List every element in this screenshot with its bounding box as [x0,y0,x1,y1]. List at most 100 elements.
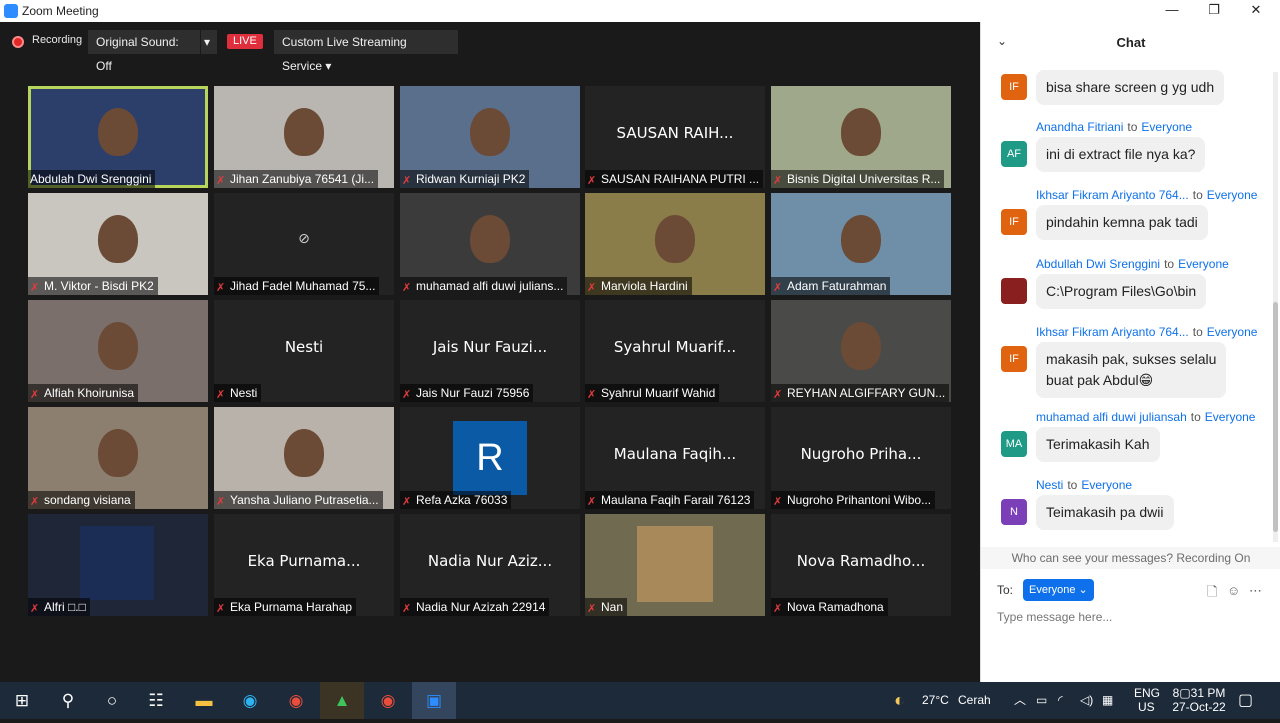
mic-muted-icon: ✗ [773,389,783,401]
streaming-service-button[interactable]: Custom Live Streaming Service ▾ [274,30,458,73]
participant-tile[interactable]: Syahrul Muarif... ✗ Syahrul Muarif Wahid [585,300,765,402]
participant-display-name: Eka Purnama... [247,552,361,570]
participant-name-label: ✗ Alfiah Khoirunisa [28,384,139,402]
participant-tile[interactable]: Eka Purnama... ✗ Eka Purnama Harahap [214,514,394,616]
participant-tile[interactable]: ✗ Marviola Hardini [585,193,765,295]
to-word: to [1067,478,1078,492]
chrome-icon[interactable]: ◉ [274,682,318,719]
chat-title: Chat [1116,35,1146,50]
participant-name-label: ✗ muhamad alfi duwi julians... [400,277,568,295]
region-label: US [1138,700,1155,714]
chat-scrollbar[interactable] [1273,72,1278,542]
emoji-icon[interactable]: ☺ [1227,583,1240,598]
participant-video [841,108,881,156]
participant-tile[interactable]: Nadia Nur Aziz... ✗ Nadia Nur Azizah 22914 [400,514,580,616]
message-bubble[interactable]: Terimakasih Kah [1036,427,1160,462]
chat-header: ⌄ Chat [981,22,1280,64]
message-bubble[interactable]: pindahin kemna pak tadi [1036,205,1208,240]
language-label: ENG [1134,686,1161,700]
participant-name-label: ✗ Nadia Nur Azizah 22914 [400,598,550,616]
file-icon[interactable]: 🗋 [1207,583,1217,605]
original-sound-button[interactable]: Original Sound: Off [88,30,200,73]
participant-tile[interactable]: Jais Nur Fauzi... ✗ Jais Nur Fauzi 75956 [400,300,580,402]
chrome-icon-2[interactable]: ◉ [366,682,410,719]
participant-video [98,215,138,263]
participant-tile[interactable]: ⊘ ✗ Jihad Fadel Muhamad 75... [214,193,394,295]
clock[interactable]: 8▢31 PM 27-Oct-22 [1170,686,1228,723]
participant-tile[interactable]: SAUSAN RAIH... ✗ SAUSAN RAIHANA PUTRI ... [585,86,765,188]
to-word: to [1190,410,1201,424]
participant-tile[interactable]: ✗ Bisnis Digital Universitas R... [771,86,951,188]
participant-video [470,215,510,263]
chevron-up-icon[interactable]: ︿ [1014,682,1026,719]
search-icon[interactable]: ⚲ [46,682,90,719]
participant-name-label: ✗ Alfri □.□ [28,598,90,616]
notification-icon[interactable]: ▢ [1238,682,1253,719]
message-sender[interactable]: Anandha Fitriani to Everyone [1036,120,1192,134]
minimize-button[interactable]: — [1152,2,1192,20]
participant-tile[interactable]: Nesti ✗ Nesti [214,300,394,402]
participant-tile[interactable]: ✗ Ridwan Kurniaji PK2 [400,86,580,188]
participant-tile[interactable]: Abdulah Dwi Srenggini [28,86,208,188]
mic-muted-icon: ✗ [773,496,783,508]
message-bubble[interactable]: C:\Program Files\Go\bin [1036,274,1207,309]
cortana-icon[interactable]: ○ [90,682,134,719]
message-text: pindahin kemna pak tadi [1046,214,1198,230]
edge-icon[interactable]: ◉ [228,682,272,719]
weather-desc[interactable]: Cerah [958,682,991,719]
keyboard-icon[interactable]: ▦ [1102,682,1113,719]
windows-start-icon[interactable]: ⊞ [0,682,44,719]
close-button[interactable]: ✕ [1236,2,1276,20]
meeting-area: Recording Original Sound: Off ▾ LIVE Cus… [0,22,980,682]
participant-name: Alfri □.□ [44,600,86,614]
participant-tile[interactable]: ✗ Jihan Zanubiya 76541 (Ji... [214,86,394,188]
participant-tile[interactable]: R ✗ Refa Azka 76033 [400,407,580,509]
message-bubble[interactable]: Teimakasih pa dwii [1036,495,1174,530]
participant-tile[interactable]: Maulana Faqih... ✗ Maulana Faqih Farail 76… [585,407,765,509]
participant-tile[interactable]: ✗ Yansha Juliano Putrasetia... [214,407,394,509]
participant-name: Jihan Zanubiya 76541 (Ji... [230,172,375,186]
weather-temp[interactable]: 27°C [922,682,949,719]
participant-tile[interactable]: ✗ Nan [585,514,765,616]
weather-icon[interactable]: ◐ [894,682,905,719]
app-icon[interactable]: ▲ [320,682,364,719]
maximize-button[interactable]: ❐ [1194,2,1234,20]
chat-input[interactable] [997,607,1267,627]
message-sender[interactable]: Ikhsar Fikram Ariyanto 764... to Everyone [1036,188,1257,202]
battery-icon[interactable]: ▭ [1036,682,1047,719]
recipient-select[interactable]: Everyone ⌄ [1023,579,1094,601]
participant-tile[interactable]: ✗ M. Viktor - Bisdi PK2 [28,193,208,295]
message-sender[interactable]: Nesti to Everyone [1036,478,1132,492]
sender-avatar: IF [1001,209,1027,235]
sender-avatar: N [1001,499,1027,525]
message-bubble[interactable]: ini di extract file nya ka? [1036,137,1206,172]
volume-icon[interactable]: ◁) [1080,682,1093,719]
message-sender[interactable]: Ikhsar Fikram Ariyanto 764... to Everyone [1036,325,1257,339]
participant-video [98,322,138,370]
mic-muted-icon: ✗ [587,496,597,508]
participant-tile[interactable]: ✗ sondang visiana [28,407,208,509]
message-sender[interactable]: muhamad alfi duwi juliansah to Everyone [1036,410,1255,424]
participant-tile[interactable]: Nova Ramadho... ✗ Nova Ramadhona [771,514,951,616]
participant-tile[interactable]: Nugroho Priha... ✗ Nugroho Prihantoni Wibo… [771,407,951,509]
meeting-top-bar: Recording Original Sound: Off ▾ LIVE Cus… [0,22,980,73]
participant-tile[interactable]: ✗ REYHAN ALGIFFARY GUN... [771,300,951,402]
participant-tile[interactable]: ✗ Alfri □.□ [28,514,208,616]
file-explorer-icon[interactable]: ▬ [182,682,226,719]
message-bubble[interactable]: bisa share screen g yg udh [1036,70,1225,105]
live-badge[interactable]: LIVE [227,34,263,49]
to-word: to [1192,325,1203,339]
participant-tile[interactable]: ✗ muhamad alfi duwi julians... [400,193,580,295]
message-bubble[interactable]: makasih pak, sukses selalu buat pak Abdul… [1036,342,1227,398]
original-sound-dropdown[interactable]: ▾ [201,30,217,54]
wifi-icon[interactable]: ◜ [1058,682,1063,719]
message-sender[interactable]: Abdullah Dwi Srenggini to Everyone [1036,257,1229,271]
participant-tile[interactable]: ✗ Adam Faturahman [771,193,951,295]
language-indicator[interactable]: ENG US [1134,686,1160,723]
zoom-taskbar-icon[interactable]: ▣ [412,682,456,719]
task-view-icon[interactable]: ☷ [134,682,178,719]
participant-tile[interactable]: ✗ Alfiah Khoirunisa [28,300,208,402]
mic-muted-icon: ✗ [587,175,597,187]
more-icon[interactable]: ⋯ [1249,583,1262,599]
recording-notice[interactable]: Who can see your messages? Recording On [981,547,1280,569]
